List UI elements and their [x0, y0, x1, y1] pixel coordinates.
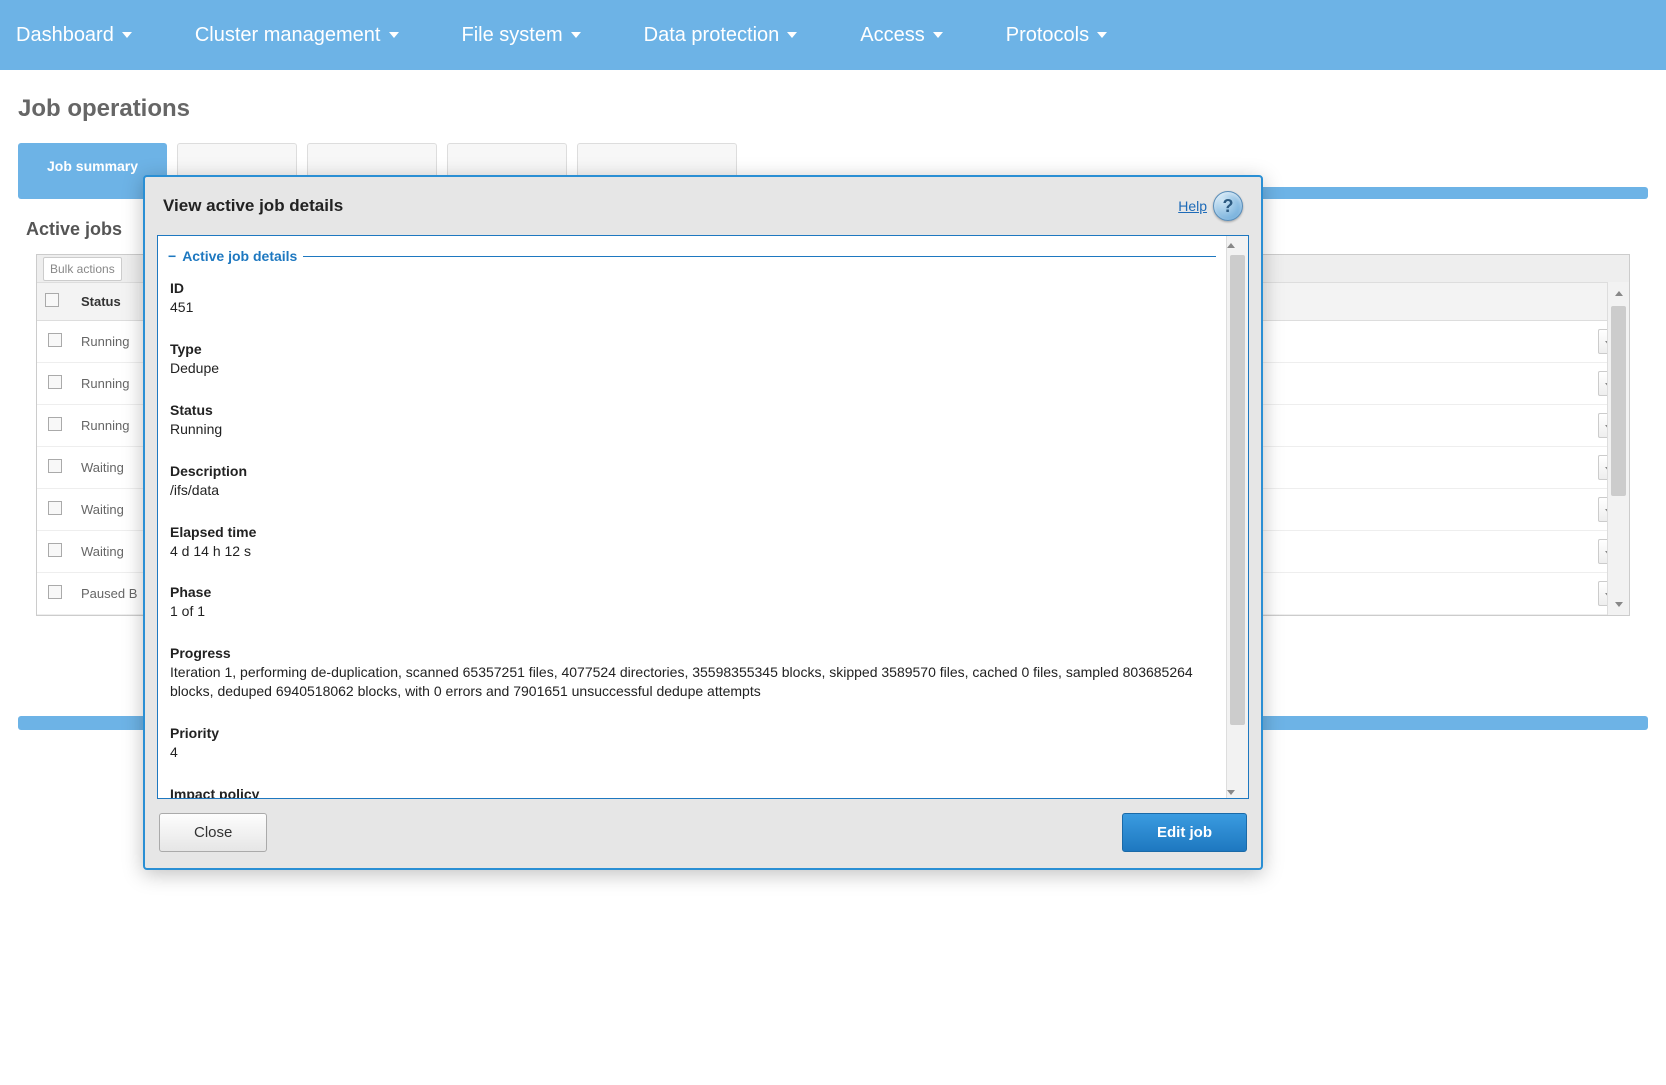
chevron-down-icon [787, 32, 797, 38]
detail-value: 451 [170, 298, 1214, 317]
modal-body: − Active job details ID 451 Type Dedupe … [158, 236, 1226, 798]
row-checkbox[interactable] [48, 459, 62, 473]
legend-text: Active job details [182, 248, 297, 264]
detail-label: Progress [170, 645, 1214, 661]
detail-value: /ifs/data [170, 481, 1214, 500]
select-all-checkbox[interactable] [45, 293, 59, 307]
bulk-actions-button[interactable]: Bulk actions [43, 257, 122, 281]
detail-elapsed-time: Elapsed time 4 d 14 h 12 s [168, 518, 1216, 579]
nav-file-system[interactable]: File system [458, 24, 585, 47]
chevron-down-icon [571, 32, 581, 38]
detail-value: Iteration 1, performing de-duplication, … [170, 663, 1214, 701]
nav-label: Dashboard [16, 24, 114, 47]
chevron-up-icon [1227, 243, 1235, 248]
top-nav: Dashboard Cluster management File system… [0, 0, 1666, 70]
detail-impact-policy: Impact policy LOW [168, 780, 1216, 798]
chevron-down-icon [1097, 32, 1107, 38]
nav-data-protection[interactable]: Data protection [640, 24, 802, 47]
close-button[interactable]: Close [159, 813, 267, 852]
detail-label: Type [170, 341, 1214, 357]
tab-label: Job summary [47, 158, 138, 174]
modal-scrollbar[interactable] [1226, 236, 1248, 798]
collapse-icon: − [168, 248, 176, 264]
modal-header: View active job details Help ? [145, 177, 1261, 231]
modal-footer: Close Edit job [145, 799, 1261, 868]
row-checkbox[interactable] [48, 585, 62, 599]
nav-protocols[interactable]: Protocols [1002, 24, 1111, 47]
modal-body-container: − Active job details ID 451 Type Dedupe … [157, 235, 1249, 799]
nav-access[interactable]: Access [856, 24, 946, 47]
help-link[interactable]: Help [1178, 198, 1207, 214]
row-checkbox[interactable] [48, 543, 62, 557]
detail-progress: Progress Iteration 1, performing de-dupl… [168, 639, 1216, 719]
detail-value: Running [170, 420, 1214, 439]
scrollbar-thumb[interactable] [1230, 255, 1245, 725]
bulk-actions-label: Bulk actions [50, 262, 115, 276]
nav-label: Cluster management [195, 24, 381, 47]
detail-label: ID [170, 280, 1214, 296]
modal-help-group: Help ? [1178, 191, 1243, 221]
detail-label: Description [170, 463, 1214, 479]
row-checkbox[interactable] [48, 417, 62, 431]
nav-dashboard[interactable]: Dashboard [12, 24, 136, 47]
detail-priority: Priority 4 [168, 719, 1216, 780]
nav-label: Protocols [1006, 24, 1089, 47]
nav-label: Data protection [644, 24, 780, 47]
table-scrollbar[interactable] [1607, 282, 1629, 615]
scrollbar-thumb[interactable] [1611, 306, 1626, 496]
chevron-down-icon [1615, 602, 1623, 607]
detail-phase: Phase 1 of 1 [168, 578, 1216, 639]
detail-label: Phase [170, 584, 1214, 600]
chevron-up-icon [1615, 291, 1623, 296]
detail-label: Status [170, 402, 1214, 418]
nav-label: File system [462, 24, 563, 47]
modal-title: View active job details [163, 196, 343, 216]
row-checkbox[interactable] [48, 501, 62, 515]
detail-value: Dedupe [170, 359, 1214, 378]
details-legend[interactable]: − Active job details [168, 248, 1216, 264]
chevron-down-icon [122, 32, 132, 38]
detail-label: Elapsed time [170, 524, 1214, 540]
page-title: Job operations [0, 70, 1666, 143]
nav-cluster-management[interactable]: Cluster management [191, 24, 403, 47]
chevron-down-icon [1227, 790, 1235, 795]
detail-value: 1 of 1 [170, 602, 1214, 621]
detail-description: Description /ifs/data [168, 457, 1216, 518]
chevron-down-icon [933, 32, 943, 38]
row-checkbox[interactable] [48, 375, 62, 389]
detail-type: Type Dedupe [168, 335, 1216, 396]
chevron-down-icon [389, 32, 399, 38]
detail-id: ID 451 [168, 274, 1216, 335]
nav-label: Access [860, 24, 924, 47]
help-icon[interactable]: ? [1213, 191, 1243, 221]
legend-line [303, 256, 1216, 257]
detail-value: 4 [170, 743, 1214, 762]
edit-job-button[interactable]: Edit job [1122, 813, 1247, 852]
detail-label: Impact policy [170, 786, 1214, 798]
detail-label: Priority [170, 725, 1214, 741]
row-checkbox[interactable] [48, 333, 62, 347]
detail-status: Status Running [168, 396, 1216, 457]
job-details-modal: View active job details Help ? − Active … [143, 175, 1263, 870]
detail-value: 4 d 14 h 12 s [170, 542, 1214, 561]
